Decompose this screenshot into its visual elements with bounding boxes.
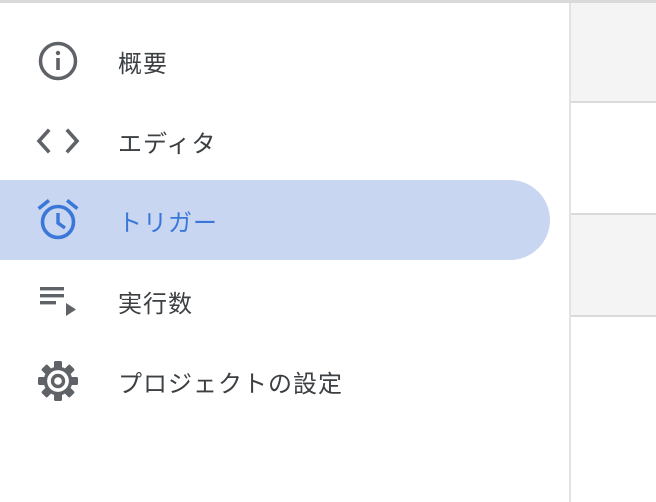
- sidebar-item-label: エディタ: [118, 129, 217, 158]
- sidebar-item-triggers[interactable]: トリガー: [0, 180, 550, 260]
- content-header-shade: [571, 3, 656, 101]
- info-icon: [36, 39, 80, 83]
- content-divider: [571, 101, 656, 103]
- sidebar-item-label: 実行数: [118, 289, 193, 318]
- content-row-shade: [571, 215, 656, 315]
- sidebar-nav: 概要 エディタ トリガー 実行数 プロジェクトの設定: [0, 3, 569, 502]
- playlist-play-icon: [36, 279, 80, 323]
- alarm-clock-icon: [36, 198, 80, 242]
- sidebar-item-label: トリガー: [118, 208, 218, 237]
- sidebar-item-project-settings[interactable]: プロジェクトの設定: [0, 341, 550, 421]
- code-icon: [36, 119, 80, 163]
- gear-icon: [36, 359, 80, 403]
- sidebar-item-overview[interactable]: 概要: [0, 21, 550, 101]
- sidebar-item-executions[interactable]: 実行数: [0, 261, 550, 341]
- sidebar-item-editor[interactable]: エディタ: [0, 101, 550, 181]
- sidebar-item-label: 概要: [118, 49, 168, 78]
- main-content-edge: [571, 3, 656, 502]
- content-divider: [571, 315, 656, 317]
- sidebar-item-label: プロジェクトの設定: [118, 369, 343, 398]
